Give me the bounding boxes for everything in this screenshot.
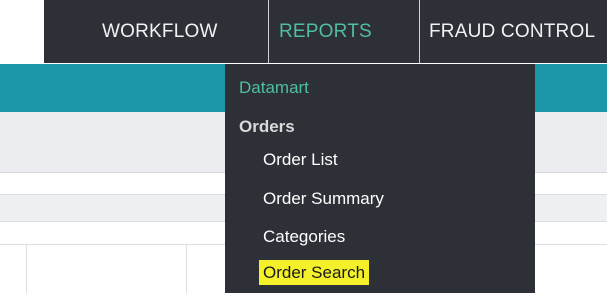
top-nav-bar: WORKFLOW REPORTS FRAUD CONTROL — [44, 0, 607, 63]
nav-workflow[interactable]: WORKFLOW — [102, 0, 218, 63]
menu-heading-orders: Orders — [239, 117, 295, 136]
menu-item-categories[interactable]: Categories — [263, 227, 345, 247]
menu-item-order-search[interactable]: Order Search — [259, 260, 370, 285]
reports-dropdown-menu: Datamart Orders Order List Order Summary… — [225, 64, 535, 293]
menu-item-order-list[interactable]: Order List — [263, 150, 338, 170]
table-cell-divider — [186, 245, 187, 293]
menu-item-datamart[interactable]: Datamart — [239, 78, 309, 98]
nav-fraud-control[interactable]: FRAUD CONTROL — [429, 0, 595, 63]
table-cell-divider — [26, 245, 27, 293]
menu-item-order-summary[interactable]: Order Summary — [263, 189, 384, 209]
nav-reports[interactable]: REPORTS — [268, 0, 420, 63]
